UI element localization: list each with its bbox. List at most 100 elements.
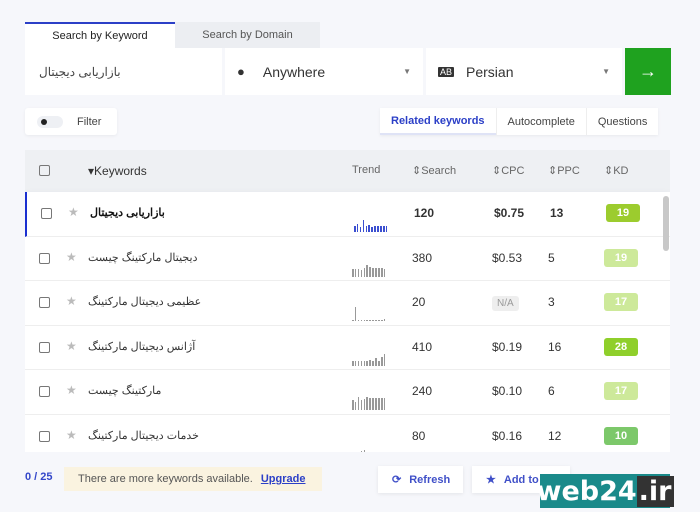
keyword-text[interactable]: عظیمی دیجیتال مارکتینگ	[88, 295, 201, 308]
column-search[interactable]: ⇕Search	[412, 164, 456, 177]
language-select[interactable]: AB Persian ▼	[426, 48, 622, 95]
table-row[interactable]: ★ بازاریابی دیجیتال 120 $0.75 13 19	[25, 192, 670, 237]
trend-bar	[372, 451, 374, 452]
table-header: ▾Keywords Trend ⇕Search ⇕CPC ⇕PPC ⇕KD	[25, 150, 670, 192]
scrollbar[interactable]	[663, 196, 669, 251]
language-value: Persian	[466, 63, 514, 80]
column-kd[interactable]: ⇕KD	[604, 164, 629, 177]
keyword-text[interactable]: خدمات دیجیتال مارکتینگ	[88, 429, 199, 442]
upgrade-link[interactable]: Upgrade	[261, 473, 306, 485]
column-label: CPC	[501, 165, 525, 177]
trend-bar	[363, 267, 366, 277]
tab-questions[interactable]: Questions	[585, 108, 659, 135]
trend-bar	[378, 360, 380, 366]
trend-sparkline	[352, 352, 392, 366]
filter-toggle[interactable]: Filter	[25, 108, 117, 135]
keyword-input[interactable]: بازاریابی دیجیتال	[25, 48, 222, 95]
row-checkbox[interactable]	[39, 297, 50, 308]
trend-bar	[354, 226, 356, 232]
trend-sparkline	[352, 441, 392, 452]
chevron-down-icon: ▼	[403, 67, 411, 76]
trend-bar	[375, 398, 377, 410]
trend-bar	[369, 359, 371, 366]
location-pin-icon: ●	[237, 64, 245, 79]
trend-bar	[374, 226, 376, 232]
table-row[interactable]: ★ عظیمی دیجیتال مارکتینگ 20 N/A 3 17	[25, 281, 670, 326]
column-ppc[interactable]: ⇕PPC	[548, 164, 580, 177]
ppc-value: 16	[548, 339, 562, 354]
trend-sparkline	[352, 396, 392, 410]
trend-bar	[366, 360, 369, 366]
tab-search-by-domain[interactable]: Search by Domain	[175, 22, 320, 48]
cpc-cell: $0.10	[492, 384, 522, 398]
chevron-down-icon: ▼	[602, 67, 610, 76]
cpc-cell: $0.75	[494, 206, 524, 220]
trend-bar	[360, 360, 363, 366]
trend-bar	[354, 307, 357, 321]
keyword-value: بازاریابی دیجیتال	[39, 64, 121, 79]
trend-bar	[369, 320, 371, 321]
star-icon[interactable]: ★	[66, 339, 77, 353]
select-all-checkbox[interactable]	[39, 165, 50, 176]
row-checkbox[interactable]	[39, 341, 50, 353]
search-volume: 380	[412, 250, 433, 265]
tab-search-by-keyword[interactable]: Search by Keyword	[25, 22, 175, 48]
star-icon[interactable]: ★	[66, 428, 77, 442]
cpc-value: $0.16	[492, 428, 523, 443]
star-icon[interactable]: ★	[68, 205, 79, 219]
table-row[interactable]: ★ خدمات دیجیتال مارکتینگ 80 $0.16 12 10	[25, 414, 670, 452]
row-checkbox[interactable]	[39, 430, 50, 442]
column-keywords[interactable]: ▾Keywords	[88, 164, 147, 178]
tab-related-keywords[interactable]: Related keywords	[380, 108, 496, 135]
cpc-value: $0.53	[492, 250, 523, 265]
cpc-value: $0.75	[494, 206, 525, 220]
trend-bar	[383, 353, 386, 366]
toggle-switch[interactable]	[37, 115, 63, 128]
keyword-text[interactable]: بازاریابی دیجیتال	[90, 206, 165, 219]
location-select[interactable]: ● Anywhere ▼	[225, 48, 423, 95]
star-icon[interactable]: ★	[66, 294, 77, 308]
trend-bar	[382, 226, 385, 232]
keyword-text[interactable]: مارکتینگ چیست	[88, 384, 161, 397]
keyword-text[interactable]: آژانس دیجیتال مارکتینگ	[88, 340, 195, 353]
trend-bar	[363, 399, 366, 410]
trend-bar	[378, 320, 380, 321]
trend-bar	[363, 320, 366, 321]
search-volume: 240	[412, 384, 433, 398]
kd-badge: 19	[604, 248, 638, 267]
cpc-cell: $0.16	[492, 429, 522, 443]
column-cpc[interactable]: ⇕CPC	[492, 164, 524, 177]
trend-bar	[380, 267, 383, 277]
star-icon[interactable]: ★	[66, 250, 77, 264]
table-row[interactable]: ★ دیجیتال مارکتینگ چیست 380 $0.53 5 19	[25, 236, 670, 281]
trend-bar	[385, 226, 388, 232]
table-row[interactable]: ★ مارکتینگ چیست 240 $0.10 6 17	[25, 370, 670, 415]
column-label: PPC	[557, 165, 580, 177]
trend-bar	[380, 451, 383, 452]
trend-bar	[363, 360, 366, 366]
search-volume: 410	[412, 339, 433, 354]
star-icon[interactable]: ★	[66, 383, 77, 397]
trend-bar	[380, 226, 382, 232]
row-checkbox[interactable]	[39, 252, 50, 264]
cpc-cell: $0.19	[492, 340, 522, 354]
trend-bar	[369, 398, 371, 410]
trend-bar	[372, 267, 374, 277]
trend-bar	[357, 360, 360, 366]
keywords-table: ▾Keywords Trend ⇕Search ⇕CPC ⇕PPC ⇕KD ★ …	[25, 150, 670, 452]
trend-sparkline	[352, 263, 392, 277]
table-row[interactable]: ★ آژانس دیجیتال مارکتینگ 410 $0.19 16 28	[25, 325, 670, 370]
tab-autocomplete[interactable]: Autocomplete	[495, 108, 586, 135]
cpc-cell: N/A	[492, 295, 519, 311]
trend-bar	[377, 226, 379, 232]
trend-bar	[352, 400, 354, 410]
row-checkbox[interactable]	[41, 208, 52, 219]
trend-bar	[372, 398, 374, 410]
refresh-button[interactable]: ⟳ Refresh	[378, 466, 463, 493]
trend-bar	[365, 226, 368, 232]
search-submit-button[interactable]: →	[625, 48, 671, 95]
kd-badge: 17	[604, 293, 638, 311]
keyword-text[interactable]: دیجیتال مارکتینگ چیست	[88, 251, 197, 264]
location-value: Anywhere	[262, 63, 326, 80]
row-checkbox[interactable]	[39, 386, 50, 397]
